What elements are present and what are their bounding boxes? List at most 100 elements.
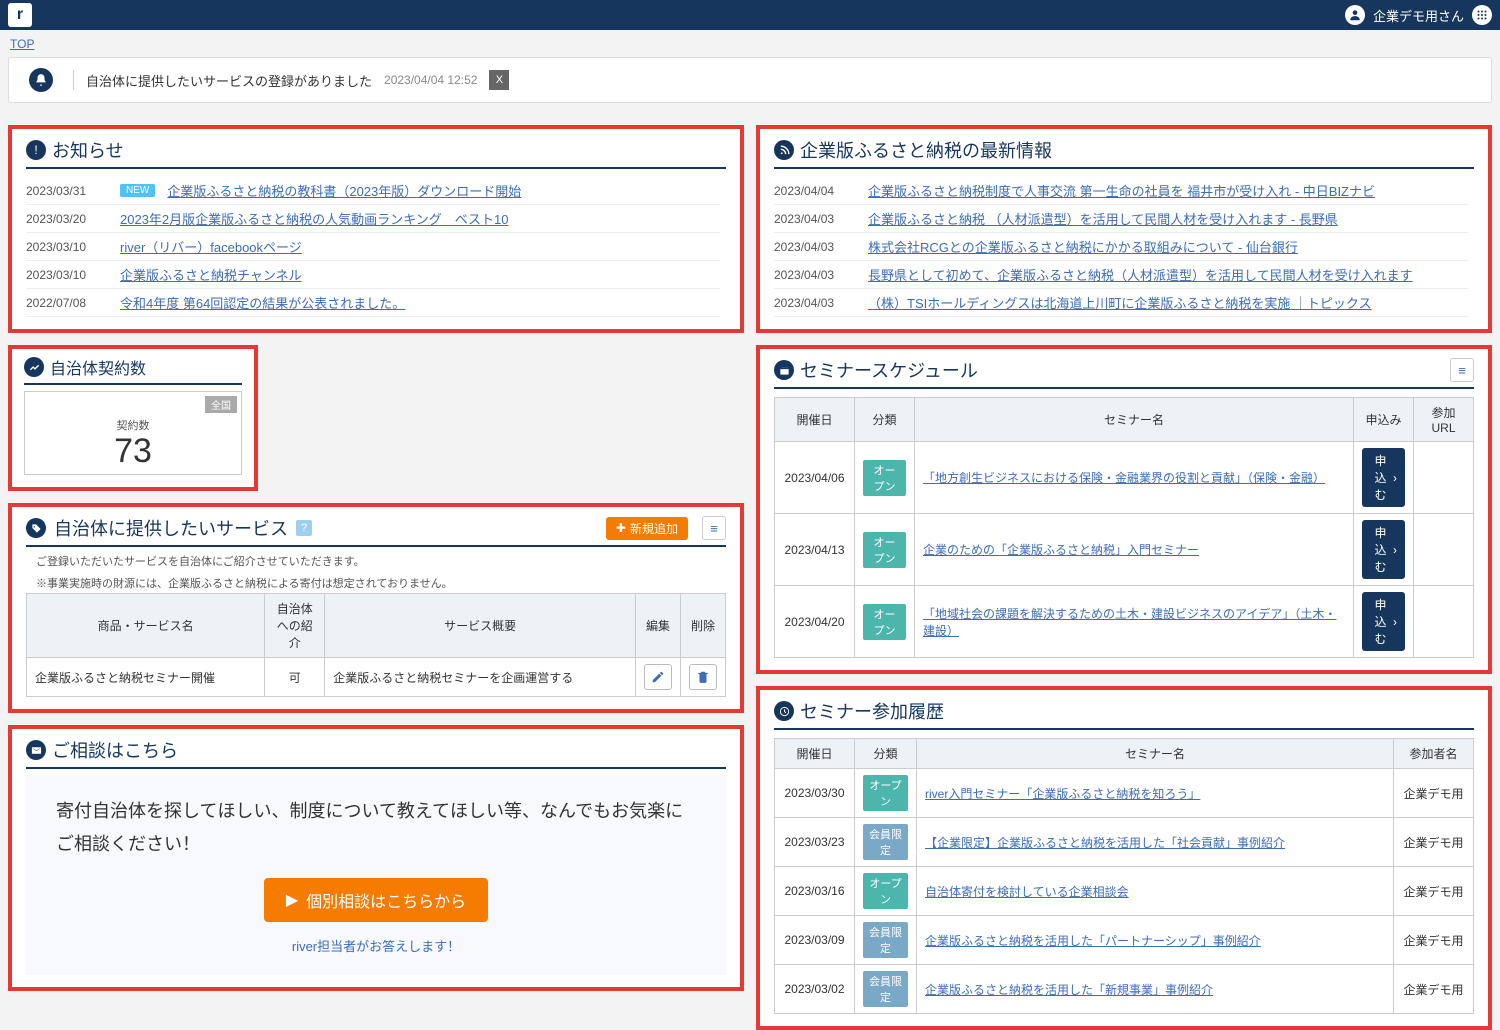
seminar-link[interactable]: river入門セミナー「企業版ふるさと納税を知ろう」: [925, 785, 1385, 802]
cell-date: 2023/03/30: [775, 769, 855, 818]
news-list[interactable]: 2023/03/31NEW企業版ふるさと納税の教科書（2023年版）ダウンロード…: [26, 177, 726, 317]
col-attendee: 参加者名: [1394, 739, 1474, 769]
latest-date: 2023/04/03: [774, 296, 856, 310]
chevron-right-icon: ›: [1393, 543, 1397, 557]
apply-button[interactable]: 申込む›: [1362, 592, 1405, 651]
panel-menu-button[interactable]: ≡: [1450, 358, 1474, 382]
open-tag: オープン: [863, 604, 906, 640]
latest-list[interactable]: 2023/04/04企業版ふるさと納税制度で人事交流 第一生命の社員を 福井市が…: [774, 177, 1474, 317]
cell-url: [1414, 514, 1474, 586]
services-table: 商品・サービス名 自治体への紹介 サービス概要 編集 削除 企業版ふるさと納税セ…: [26, 593, 726, 697]
seminar-link[interactable]: 企業のための「企業版ふるさと納税」入門セミナー: [923, 541, 1345, 558]
latest-link[interactable]: （株）TSIホールディングスは北海道上川町に企業版ふるさと納税を実施 ｜トピック…: [868, 293, 1372, 312]
seminar-link[interactable]: 自治体寄付を検討している企業相談会: [925, 883, 1385, 900]
panel-menu-button[interactable]: ≡: [702, 516, 726, 540]
news-link[interactable]: river（リバー）facebookページ: [120, 237, 302, 256]
help-icon[interactable]: ?: [296, 520, 312, 536]
user-icon[interactable]: [1345, 5, 1365, 25]
contracts-box: 全国 契約数 73: [24, 391, 242, 475]
edit-button[interactable]: [644, 664, 672, 690]
cell-type: オープン: [855, 514, 915, 586]
news-date: 2023/03/10: [26, 268, 108, 282]
app-logo[interactable]: r: [8, 3, 32, 27]
consult-button[interactable]: ▶ 個別相談はこちらから: [264, 878, 488, 922]
table-row: 2023/03/16 オープン 自治体寄付を検討している企業相談会 企業デモ用: [775, 867, 1474, 916]
table-row: 2023/03/30 オープン river入門セミナー「企業版ふるさと納税を知ろ…: [775, 769, 1474, 818]
latest-date: 2023/04/03: [774, 212, 856, 226]
delete-button[interactable]: [689, 664, 717, 690]
list-item: 2023/04/03長野県として初めて、企業版ふるさと納税（人材派遣型）を活用し…: [774, 261, 1468, 289]
news-date: 2023/03/10: [26, 240, 108, 254]
tag-icon: [26, 518, 46, 538]
cell-date: 2023/03/23: [775, 818, 855, 867]
news-link[interactable]: 企業版ふるさと納税チャンネル: [120, 265, 302, 284]
breadcrumb-top[interactable]: TOP: [10, 37, 34, 51]
col-seminar-name: セミナー名: [915, 398, 1354, 442]
latest-link[interactable]: 企業版ふるさと納税 （人材派遣型）を活用して民間人材を受け入れます - 長野県: [868, 209, 1338, 228]
apply-button[interactable]: 申込む›: [1362, 448, 1405, 507]
add-service-button[interactable]: ✚ 新規追加: [606, 517, 688, 540]
table-row: 2023/04/06 オープン 「地方創生ビジネスにおける保険・金融業界の役割と…: [775, 442, 1474, 514]
schedule-title: セミナースケジュール: [800, 357, 978, 383]
cell-url: [1414, 442, 1474, 514]
col-date: 開催日: [775, 739, 855, 769]
table-row: 2023/03/09 会員限定 企業版ふるさと納税を活用した「パートナーシップ」…: [775, 916, 1474, 965]
cell-attendee: 企業デモ用: [1394, 769, 1474, 818]
table-row: 2023/03/02 会員限定 企業版ふるさと納税を活用した「新規事業」事例紹介…: [775, 965, 1474, 1014]
seminar-link[interactable]: 【企業限定】企業版ふるさと納税を活用した「社会貢献」事例紹介: [925, 834, 1385, 851]
news-link[interactable]: 令和4年度 第64回認定の結果が公表されました。: [120, 293, 405, 312]
col-url: 参加URL: [1414, 398, 1474, 442]
calendar-icon: [774, 360, 794, 380]
latest-link[interactable]: 長野県として初めて、企業版ふるさと納税（人材派遣型）を活用して民間人材を受け入れ…: [868, 265, 1413, 284]
topbar: r 企業デモ用さん: [0, 0, 1500, 30]
mail-icon: [26, 740, 46, 760]
latest-link[interactable]: 企業版ふるさと納税制度で人事交流 第一生命の社員を 福井市が受け入れ - 中日B…: [868, 181, 1375, 200]
seminar-link[interactable]: 企業版ふるさと納税を活用した「新規事業」事例紹介: [925, 981, 1385, 998]
list-item: 2023/03/10 river（リバー）facebookページ: [26, 233, 720, 261]
cell-attendee: 企業デモ用: [1394, 818, 1474, 867]
schedule-panel: セミナースケジュール ≡ 開催日 分類 セミナー名 申込み 参加URL 2023…: [756, 345, 1492, 674]
services-note-1: ご登録いただいたサービスを自治体にご紹介させていただきます。: [36, 553, 726, 569]
consult-message: 寄付自治体を探してほしい、制度について教えてほしい等、なんでもお気楽にご相談くだ…: [56, 795, 696, 860]
cell-service-name: 企業版ふるさと納税セミナー開催: [27, 658, 265, 697]
news-date: 2022/07/08: [26, 296, 108, 310]
seminar-link[interactable]: 企業版ふるさと納税を活用した「パートナーシップ」事例紹介: [925, 932, 1385, 949]
cell-date: 2023/04/13: [775, 514, 855, 586]
cell-date: 2023/03/02: [775, 965, 855, 1014]
notification-close-button[interactable]: X: [489, 70, 509, 90]
list-item: 2023/03/20 2023年2月版企業版ふるさと納税の人気動画ランキング ベス…: [26, 205, 720, 233]
cell-attendee: 企業デモ用: [1394, 916, 1474, 965]
seminar-link[interactable]: 「地域社会の課題を解決するための土木・建設ビジネスのアイデア」（土木・建設）: [923, 605, 1345, 639]
table-row: 2023/04/13 オープン 企業のための「企業版ふるさと納税」入門セミナー …: [775, 514, 1474, 586]
cell-type: オープン: [855, 586, 915, 658]
cell-date: 2023/04/20: [775, 586, 855, 658]
table-row: 2023/04/20 オープン 「地域社会の課題を解決するための土木・建設ビジネ…: [775, 586, 1474, 658]
history-title: セミナー参加履歴: [800, 698, 944, 724]
type-tag: 会員限定: [863, 824, 908, 860]
news-link[interactable]: 2023年2月版企業版ふるさと納税の人気動画ランキング ベスト10: [120, 209, 508, 228]
contracts-count: 73: [29, 433, 237, 470]
cell-type: 会員限定: [855, 916, 917, 965]
col-date: 開催日: [775, 398, 855, 442]
history-icon: [774, 701, 794, 721]
cell-summary: 企業版ふるさと納税セミナーを企画運営する: [325, 658, 636, 697]
cell-type: オープン: [855, 442, 915, 514]
info-icon: !: [26, 140, 46, 160]
apps-icon[interactable]: [1472, 5, 1492, 25]
apply-button[interactable]: 申込む›: [1362, 520, 1405, 579]
seminar-link[interactable]: 「地方創生ビジネスにおける保険・金融業界の役割と貢献」（保険・金融）: [923, 469, 1345, 486]
col-summary: サービス概要: [325, 594, 636, 658]
col-edit: 編集: [636, 594, 681, 658]
latest-link[interactable]: 株式会社RCGとの企業版ふるさと納税にかかる取組みについて - 仙台銀行: [868, 237, 1298, 256]
consult-footer: river担当者がお答えします！: [56, 936, 696, 955]
news-date: 2023/03/20: [26, 212, 108, 226]
bell-icon[interactable]: [29, 68, 53, 92]
col-seminar-name: セミナー名: [917, 739, 1394, 769]
news-link[interactable]: 企業版ふるさと納税の教科書（2023年版）ダウンロード開始: [167, 181, 521, 200]
cell-date: 2023/04/06: [775, 442, 855, 514]
notification-bar: 自治体に提供したいサービスの登録がありました 2023/04/04 12:52 …: [8, 57, 1492, 103]
contracts-sublabel: 契約数: [29, 417, 237, 433]
notification-text: 自治体に提供したいサービスの登録がありました: [86, 71, 372, 90]
history-table: 開催日 分類 セミナー名 参加者名 2023/03/30 オープン river入…: [774, 738, 1474, 1014]
contracts-title: 自治体契約数: [50, 355, 146, 379]
